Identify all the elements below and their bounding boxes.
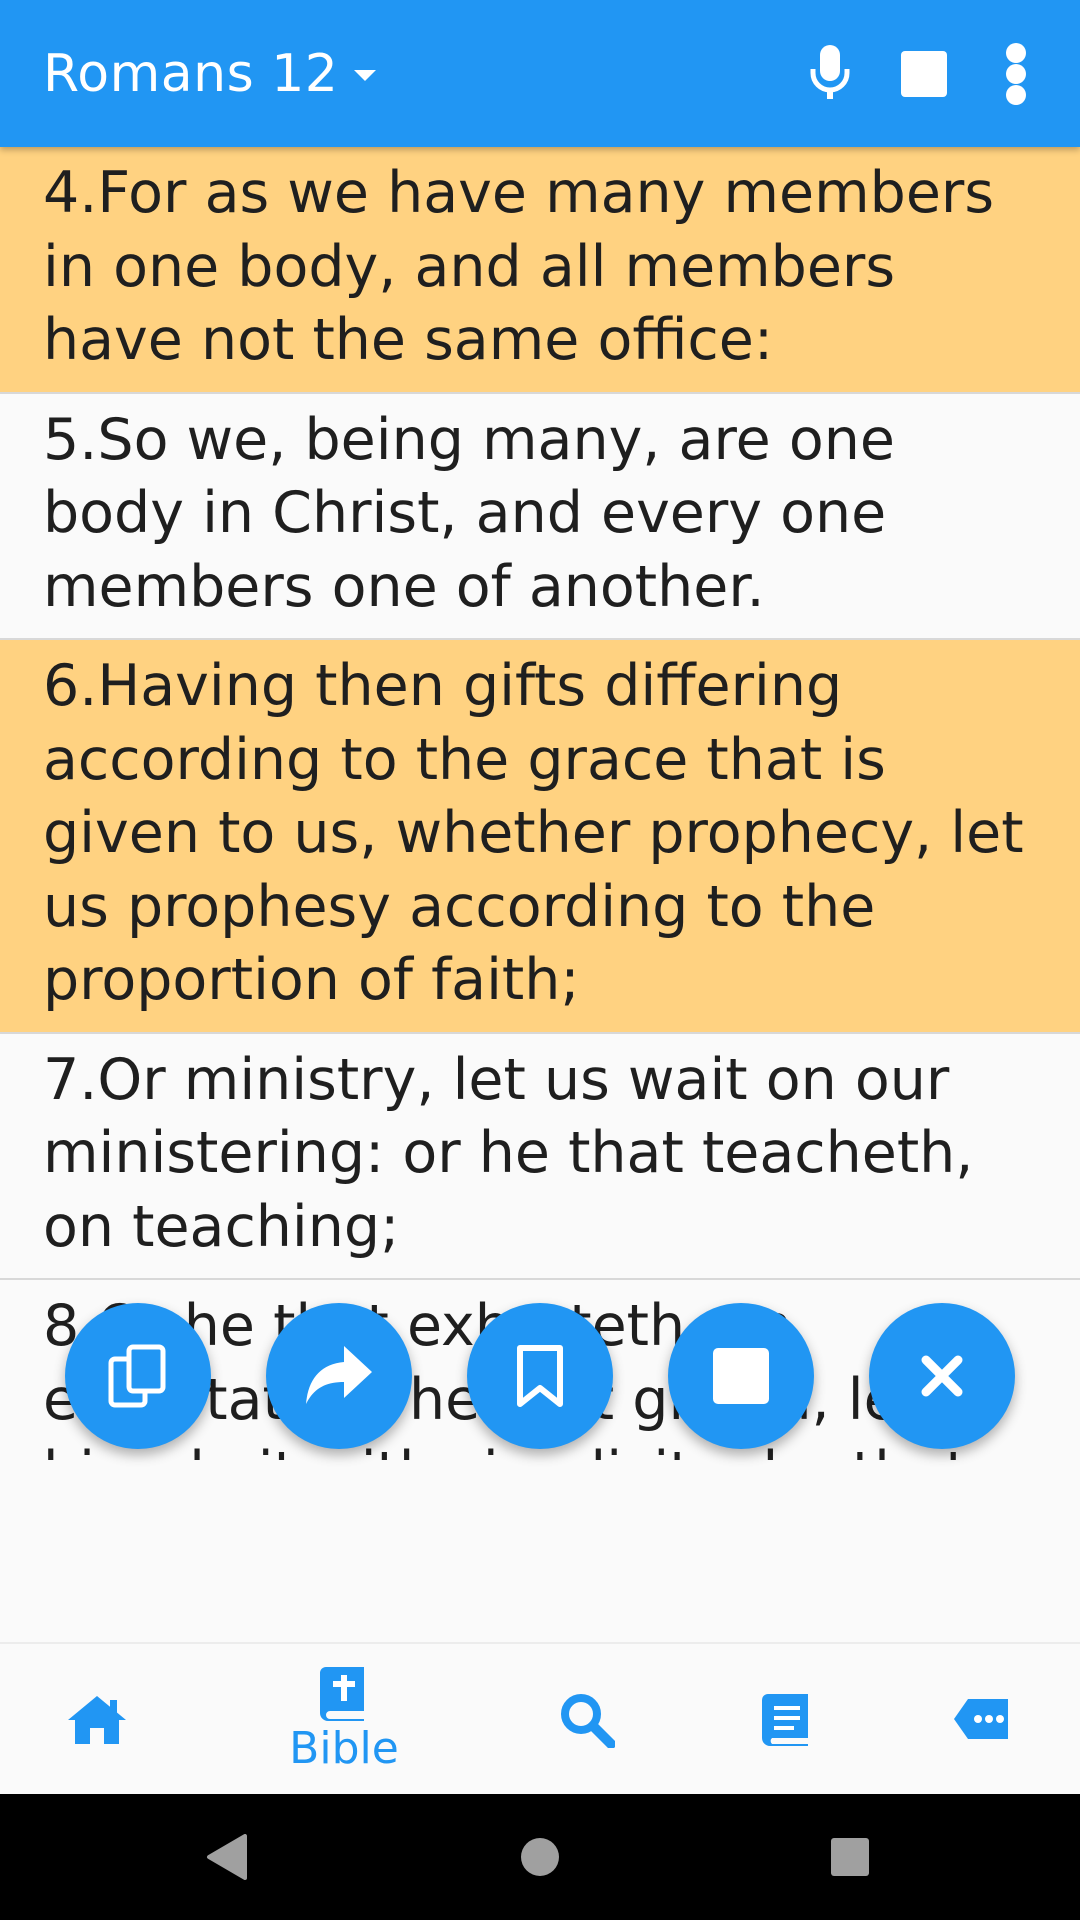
nav-messages[interactable] xyxy=(874,1644,1080,1796)
copy-icon xyxy=(108,1344,166,1408)
stop-icon[interactable] xyxy=(894,44,954,104)
chevron-down-icon xyxy=(354,70,377,81)
recents-icon xyxy=(831,1838,869,1876)
stop-reading-button[interactable] xyxy=(668,1303,814,1449)
back-button[interactable] xyxy=(166,1794,286,1920)
system-navigation-bar xyxy=(0,1794,1080,1920)
home-button[interactable] xyxy=(480,1794,600,1920)
nav-book[interactable] xyxy=(677,1644,893,1796)
share-icon xyxy=(306,1346,372,1404)
verse-list[interactable]: 4.For as we have many members in one bod… xyxy=(0,147,1080,1460)
mic-icon[interactable] xyxy=(800,44,860,104)
verse-item[interactable]: 7.Or ministry, let us wait on our minist… xyxy=(0,1034,1080,1280)
verse-item[interactable]: 4.For as we have many members in one bod… xyxy=(0,147,1080,394)
nav-search[interactable] xyxy=(479,1644,695,1796)
recents-button[interactable] xyxy=(790,1794,910,1920)
more-vertical-icon[interactable] xyxy=(986,43,1046,105)
verse-text: 7.Or ministry, let us wait on our minist… xyxy=(43,1046,974,1260)
copy-button[interactable] xyxy=(65,1303,211,1449)
bookmark-button[interactable] xyxy=(467,1303,613,1449)
close-icon xyxy=(921,1355,963,1397)
home-icon xyxy=(68,1696,126,1744)
page-title: Romans 12 xyxy=(43,43,339,104)
search-icon xyxy=(561,1694,615,1748)
home-circle-icon xyxy=(521,1838,559,1876)
nav-home[interactable] xyxy=(0,1644,205,1796)
close-button[interactable] xyxy=(869,1303,1015,1449)
verse-text: 5.So we, being many, are one body in Chr… xyxy=(43,406,895,620)
bible-icon xyxy=(320,1666,364,1721)
verse-item[interactable]: 6.Having then gifts differing according … xyxy=(0,640,1080,1034)
back-icon xyxy=(207,1834,247,1880)
chat-icon xyxy=(954,1699,1008,1739)
app-bar: Romans 12 xyxy=(0,0,1080,147)
verse-text: 4.For as we have many members in one bod… xyxy=(43,160,995,373)
nav-bible[interactable]: Bible xyxy=(236,1644,452,1796)
stop-icon xyxy=(713,1348,769,1404)
bookmark-icon xyxy=(517,1345,563,1407)
verse-text: 6.Having then gifts differing according … xyxy=(43,653,1024,1013)
nav-label: Bible xyxy=(289,1722,399,1774)
chapter-selector[interactable]: Romans 12 xyxy=(43,0,377,147)
share-button[interactable] xyxy=(266,1303,412,1449)
verse-item[interactable]: 5.So we, being many, are one body in Chr… xyxy=(0,394,1080,640)
book-icon xyxy=(762,1694,808,1746)
bottom-navigation: Bible xyxy=(0,1642,1080,1794)
